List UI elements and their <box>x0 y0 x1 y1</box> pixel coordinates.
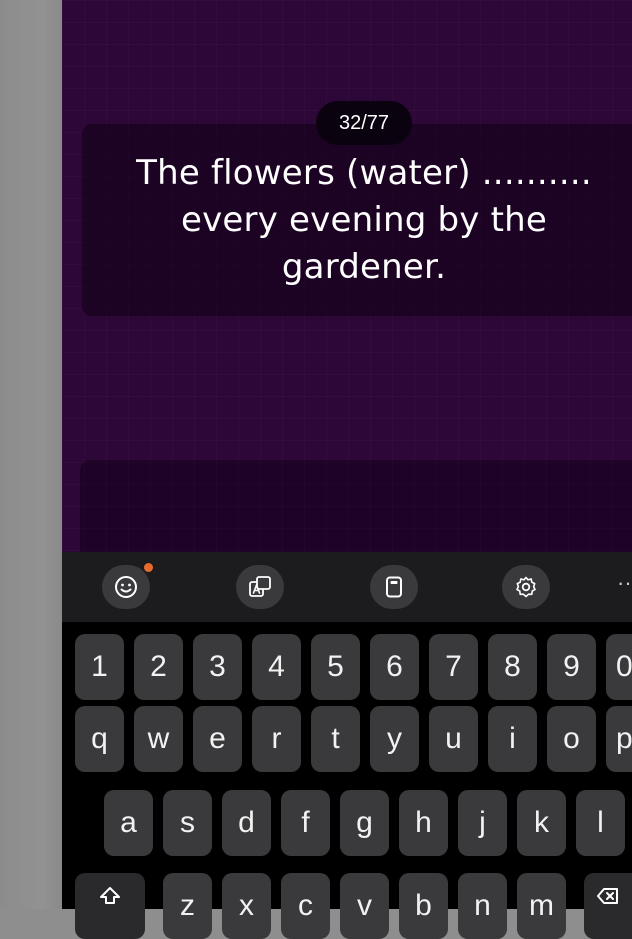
clipboard-icon <box>386 576 402 598</box>
key-u[interactable]: u <box>429 706 478 772</box>
key-1[interactable]: 1 <box>75 634 124 700</box>
backspace-key[interactable] <box>584 873 632 939</box>
key-3[interactable]: 3 <box>193 634 242 700</box>
shift-key[interactable] <box>75 873 145 939</box>
key-b[interactable]: b <box>399 873 448 939</box>
key-e[interactable]: e <box>193 706 242 772</box>
keyboard: 1 2 3 4 5 6 7 8 9 0 q w e r t y u i o p … <box>62 622 632 939</box>
key-a[interactable]: a <box>104 790 153 856</box>
key-w[interactable]: w <box>134 706 183 772</box>
key-8[interactable]: 8 <box>488 634 537 700</box>
settings-icon <box>516 576 536 598</box>
key-j[interactable]: j <box>458 790 507 856</box>
key-i[interactable]: i <box>488 706 537 772</box>
backspace-icon <box>597 888 618 904</box>
key-0[interactable]: 0 <box>606 634 632 700</box>
key-r[interactable]: r <box>252 706 301 772</box>
key-6[interactable]: 6 <box>370 634 419 700</box>
key-q[interactable]: q <box>75 706 124 772</box>
key-5[interactable]: 5 <box>311 634 360 700</box>
key-m[interactable]: m <box>517 873 566 939</box>
emoji-icon <box>115 576 137 598</box>
key-9[interactable]: 9 <box>547 634 596 700</box>
question-text: The flowers (water) .......... every eve… <box>136 153 592 287</box>
key-2[interactable]: 2 <box>134 634 183 700</box>
key-t[interactable]: t <box>311 706 360 772</box>
key-h[interactable]: h <box>399 790 448 856</box>
progress-counter: 32/77 <box>316 101 412 145</box>
background-gutter <box>0 0 62 909</box>
key-7[interactable]: 7 <box>429 634 478 700</box>
key-l[interactable]: l <box>576 790 625 856</box>
key-z[interactable]: z <box>163 873 212 939</box>
translate-button[interactable] <box>236 565 284 609</box>
notification-dot <box>144 563 153 572</box>
keyboard-toolbar: ·· <box>62 552 632 622</box>
key-x[interactable]: x <box>222 873 271 939</box>
key-v[interactable]: v <box>340 873 389 939</box>
key-y[interactable]: y <box>370 706 419 772</box>
key-n[interactable]: n <box>458 873 507 939</box>
answer-input-area[interactable] <box>80 460 632 552</box>
more-options[interactable]: ·· <box>617 570 632 596</box>
key-4[interactable]: 4 <box>252 634 301 700</box>
quiz-screen: 32/77 The flowers (water) .......... eve… <box>62 0 632 552</box>
settings-button[interactable] <box>502 565 550 609</box>
translate-icon <box>249 576 271 597</box>
emoji-button[interactable] <box>102 565 150 609</box>
key-d[interactable]: d <box>222 790 271 856</box>
key-g[interactable]: g <box>340 790 389 856</box>
key-k[interactable]: k <box>517 790 566 856</box>
key-p[interactable]: p <box>606 706 632 772</box>
shift-icon <box>100 887 120 904</box>
key-c[interactable]: c <box>281 873 330 939</box>
key-s[interactable]: s <box>163 790 212 856</box>
key-o[interactable]: o <box>547 706 596 772</box>
key-f[interactable]: f <box>281 790 330 856</box>
clipboard-button[interactable] <box>370 565 418 609</box>
